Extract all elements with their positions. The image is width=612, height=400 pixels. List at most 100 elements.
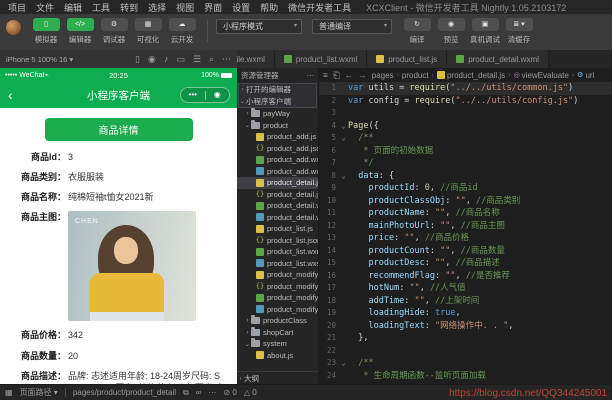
tree-item-product_modify.wxml[interactable]: product_modify.wxml — [237, 292, 318, 304]
menu-item-视图[interactable]: 视图 — [171, 1, 199, 14]
back-arrow-icon[interactable]: ← — [345, 70, 354, 81]
explorer-section-小程序客户端[interactable]: ⌄ 小程序客户端 — [239, 96, 316, 108]
tree-item-about.js[interactable]: about.js — [237, 350, 318, 362]
page-path-dropdown[interactable]: 页面路径 ▾ — [20, 387, 58, 398]
screenshot-icon[interactable]: ▭ — [176, 54, 185, 65]
breadcrumb-url[interactable]: ⚙ url — [577, 71, 594, 80]
code-line: 10 productClassObj: "", //商品类别 — [319, 195, 612, 208]
tree-item-product[interactable]: ⌄ product — [237, 119, 318, 132]
rotate-phone-icon[interactable]: ▯ — [135, 54, 140, 65]
error-indicator[interactable]: ⊘ 0 — [223, 388, 236, 397]
compile-select[interactable]: 普通编译 ▾ — [312, 19, 392, 34]
tree-item-product_add.wxss[interactable]: product_add.wxss — [237, 166, 318, 178]
product-field: 商品数量： 20 — [8, 350, 229, 362]
fold-arrow-icon[interactable]: ⌄ — [339, 170, 348, 183]
menu-item-项目[interactable]: 项目 — [3, 1, 31, 14]
action-button-预览[interactable]: ◉ 预览 — [434, 18, 468, 45]
menu-item-设置[interactable]: 设置 — [227, 1, 255, 14]
bookmark-icon[interactable]: ⎗ — [333, 70, 340, 81]
menu-icon[interactable]: ☰ — [193, 54, 201, 65]
tree-item-product_add.js[interactable]: product_add.js — [237, 131, 318, 143]
outline-section[interactable]: › 大纲 — [237, 371, 318, 384]
breadcrumb-label: pages — [371, 70, 394, 80]
toolbar-button-模拟器[interactable]: ▯ 模拟器 — [29, 18, 63, 45]
tab-bile.wxml[interactable]: bile.wxml — [237, 50, 275, 68]
tree-item-product_add.wxml[interactable]: product_add.wxml — [237, 154, 318, 166]
action-button-清缓存[interactable]: ≣ ▾ 清缓存 — [502, 18, 536, 45]
menu-item-编辑[interactable]: 编辑 — [59, 1, 87, 14]
grid-icon[interactable]: ▦ — [5, 388, 13, 397]
tree-item-product_detail.wxss[interactable]: product_detail.wxss — [237, 212, 318, 224]
tree-item-product_modify.js[interactable]: product_modify.js — [237, 269, 318, 281]
explorer-section-打开的编辑器[interactable]: › 打开的编辑器 — [239, 84, 316, 96]
fold-arrow-icon[interactable]: ⌄ — [339, 120, 348, 133]
menu-item-文件[interactable]: 文件 — [31, 1, 59, 14]
tree-item-product_add.json[interactable]: {}product_add.json — [237, 143, 318, 155]
forward-arrow-icon[interactable]: → — [358, 70, 367, 81]
editor-toolbar: ≡ ⎗ ← → pages › product › product_detail.js › ◎ vi… — [319, 68, 612, 82]
tree-item-product_modify.json[interactable]: {}product_modify.json — [237, 281, 318, 293]
warning-indicator[interactable]: △ 0 — [244, 388, 257, 397]
record-icon[interactable]: ◉ — [148, 54, 156, 65]
audio-icon[interactable]: ♪ — [164, 54, 169, 65]
file-name: product_detail.js — [267, 178, 318, 188]
breadcrumb-product[interactable]: product — [402, 71, 429, 80]
device-bar: iPhone 5 100% 16 ▾ ▯ ◉ ♪ ▭ ☰ ⌕ ⋯ — [0, 50, 237, 68]
breadcrumb-viewEvaluate[interactable]: ◎ viewEvaluate — [514, 71, 569, 80]
menu-item-转到[interactable]: 转到 — [115, 1, 143, 14]
mode-select[interactable]: 小程序模式 ▾ — [216, 19, 302, 34]
tree-item-product_detail.json[interactable]: {}product_detail.json — [237, 189, 318, 201]
code-token: productName — [348, 208, 425, 218]
action-button-真机调试[interactable]: ▣ 真机调试 — [468, 18, 502, 45]
breadcrumb-product_detail.js[interactable]: product_detail.js — [436, 71, 505, 80]
link-icon[interactable]: ∞ — [196, 388, 202, 397]
field-label: 商品类别： — [20, 172, 66, 183]
code-token: productDesc — [348, 258, 425, 268]
menu-item-选择[interactable]: 选择 — [143, 1, 171, 14]
more-icon[interactable]: ⋯ — [208, 388, 216, 397]
tab-product_detail.wxml[interactable]: product_detail.wxml — [447, 50, 549, 68]
code-token: ) — [568, 83, 574, 93]
toolbar-button-可视化[interactable]: ▦ 可视化 — [131, 18, 165, 45]
list-icon[interactable]: ≡ — [323, 70, 328, 81]
tree-item-product_list.json[interactable]: {} product_list.json — [237, 235, 318, 247]
fold-arrow-icon[interactable]: ⌄ — [339, 132, 348, 145]
menu-item-工具[interactable]: 工具 — [87, 1, 115, 14]
tree-item-product_detail.js[interactable]: product_detail.js — [237, 177, 318, 189]
breadcrumb-pages[interactable]: pages — [372, 71, 394, 80]
zoom-icon[interactable]: ⌕ — [209, 54, 214, 65]
tree-item-payWay[interactable]: › payWay — [237, 108, 318, 120]
code-token: loadingText — [348, 320, 425, 331]
error-icon: ⊘ — [223, 388, 231, 397]
folder-icon — [251, 315, 260, 325]
tree-item-productClass[interactable]: › productClass — [237, 315, 318, 327]
tree-item-product_list.wxss[interactable]: product_list.wxss — [237, 258, 318, 270]
tab-product_list.wxml[interactable]: product_list.wxml — [274, 50, 368, 68]
user-avatar[interactable] — [6, 20, 21, 35]
menu-item-微信开发者工具[interactable]: 微信开发者工具 — [283, 1, 356, 14]
toolbar-button-云开发[interactable]: ☁ 云开发 — [165, 18, 199, 45]
tab-product_list.js[interactable]: product_list.js — [367, 50, 448, 68]
tree-item-product_list.js[interactable]: product_list.js — [237, 223, 318, 235]
action-button-编译[interactable]: ↻ 编译 — [400, 18, 434, 45]
menu-item-界面[interactable]: 界面 — [199, 1, 227, 14]
menu-item-帮助[interactable]: 帮助 — [255, 1, 283, 14]
toolbar-button-编辑器[interactable]: </> 编辑器 — [63, 18, 97, 45]
tree-item-shopCart[interactable]: › shopCart — [237, 326, 318, 339]
explorer-title: 资源管理器 — [241, 71, 279, 80]
tree-item-system[interactable]: ⌄ system — [237, 338, 318, 350]
explorer-menu-icon[interactable]: ⋯ — [307, 71, 315, 80]
toolbar-button-调试器[interactable]: ⚙ 调试器 — [97, 18, 131, 45]
capsule-more-button[interactable]: ••• — [181, 88, 205, 102]
tree-item-product_modify.wxss[interactable]: product_modify.wxss — [237, 304, 318, 316]
copy-path-icon[interactable]: ⧉ — [183, 388, 189, 398]
wxss-file-icon — [256, 213, 264, 222]
more-icon[interactable]: ⋯ — [222, 54, 231, 65]
tree-item-product_detail.wxml[interactable]: product_detail.wxml — [237, 200, 318, 212]
device-selector[interactable]: iPhone 5 100% 16 ▾ — [6, 55, 73, 64]
capsule-close-button[interactable]: ◉ — [206, 88, 230, 102]
fold-arrow-icon[interactable]: ⌄ — [339, 357, 348, 370]
code-token: //商品id — [440, 183, 478, 193]
code-area[interactable]: 1 var utils = require("../../utils/common… — [319, 82, 612, 384]
tree-item-product_list.wxml[interactable]: product_list.wxml — [237, 246, 318, 258]
